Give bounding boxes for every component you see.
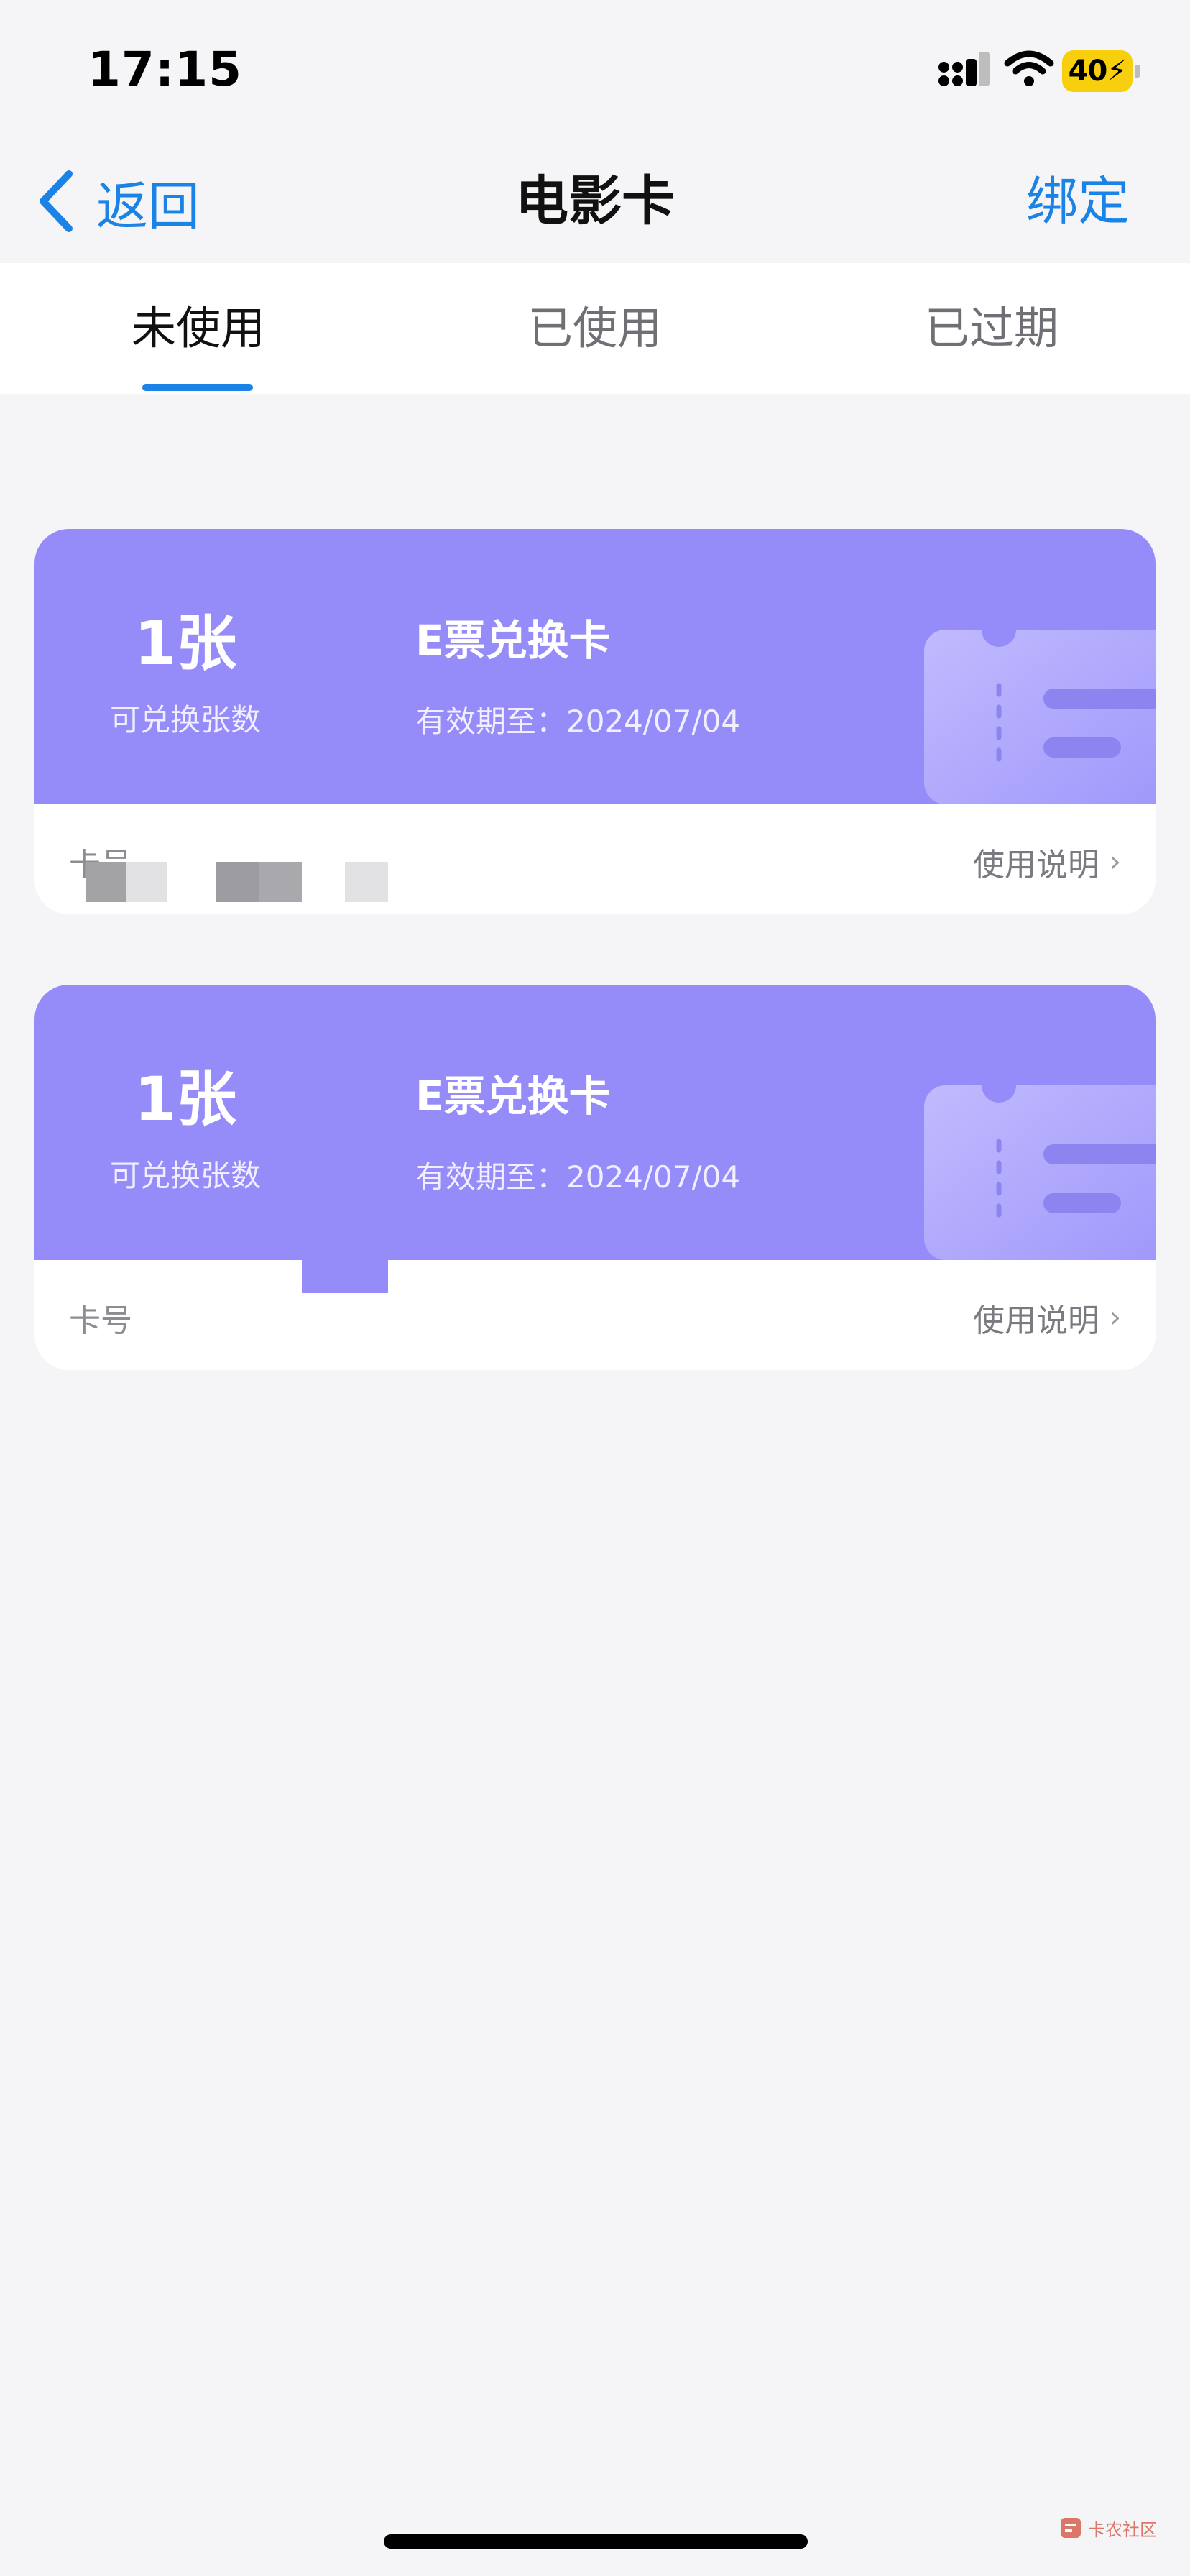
- usage-instructions-label: 使用说明: [973, 847, 1099, 883]
- movie-card[interactable]: 1张 可兑换张数 E票兑换卡 有效期至：2024/07/04 卡号: [34, 985, 1156, 1370]
- card-footer: 卡号 使用说明 ›: [34, 804, 1156, 914]
- count-value: 1张: [134, 1064, 237, 1134]
- count-label: 可兑换张数: [109, 1158, 261, 1193]
- card-number-label: 卡号: [69, 1302, 132, 1339]
- card-name: E票兑换卡: [415, 616, 611, 665]
- status-bar: 17:15 40⚡: [0, 0, 1190, 137]
- movie-card[interactable]: 1张 可兑换张数 E票兑换卡 有效期至：2024/07/04 卡号: [34, 529, 1156, 914]
- page-title: 电影卡: [515, 170, 675, 232]
- watermark: 卡农社区: [1058, 2511, 1157, 2544]
- redacted-card-number: [86, 862, 126, 902]
- count-label: 可兑换张数: [109, 702, 261, 737]
- tab-expired[interactable]: 已过期: [793, 263, 1190, 394]
- home-indicator[interactable]: [384, 2534, 808, 2549]
- battery-icon: 40⚡: [1062, 50, 1141, 92]
- bind-button[interactable]: 绑定: [1026, 165, 1130, 237]
- count-block: 1张 可兑换张数: [34, 985, 336, 1260]
- redacted-card-number: [126, 862, 167, 902]
- redacted-card-number: [259, 862, 302, 902]
- charging-bolt-icon: ⚡: [1107, 55, 1127, 88]
- card-expiry: 有效期至：2024/07/04: [415, 1159, 741, 1195]
- screen: 17:15 40⚡ 返回 电影卡 绑定 未使用 已使用 已过期 1张 可兑换张数…: [0, 0, 1190, 2576]
- card-footer: 卡号 使用说明 ›: [34, 1260, 1156, 1370]
- ticket-icon: [924, 630, 1156, 804]
- redacted-card-number: [216, 862, 259, 902]
- tab-unused[interactable]: 未使用: [0, 263, 397, 394]
- card-expiry: 有效期至：2024/07/04: [415, 704, 741, 739]
- tab-bar: 未使用 已使用 已过期: [0, 263, 1190, 394]
- chevron-right-icon: ›: [1110, 1301, 1121, 1334]
- card-name: E票兑换卡: [415, 1072, 611, 1121]
- count-value: 1张: [134, 608, 237, 678]
- battery-level: 40: [1068, 55, 1108, 88]
- watermark-logo-icon: [1061, 2518, 1081, 2538]
- watermark-text: 卡农社区: [1088, 2519, 1157, 2540]
- usage-instructions-link[interactable]: 使用说明 ›: [973, 839, 1121, 885]
- card-header: 1张 可兑换张数 E票兑换卡 有效期至：2024/07/04: [34, 985, 1156, 1260]
- usage-instructions-label: 使用说明: [973, 1302, 1099, 1339]
- ticket-icon: [924, 1085, 1156, 1260]
- tab-indicator: [142, 384, 253, 391]
- redacted-card-number: [345, 862, 388, 902]
- chevron-right-icon: ›: [1110, 845, 1121, 878]
- count-block: 1张 可兑换张数: [34, 529, 336, 804]
- wifi-icon: [1004, 50, 1054, 86]
- status-time: 17:15: [88, 42, 243, 97]
- cellular-signal-icon: [938, 52, 990, 92]
- card-header: 1张 可兑换张数 E票兑换卡 有效期至：2024/07/04: [34, 529, 1156, 804]
- nav-bar: 返回 电影卡 绑定: [0, 137, 1190, 263]
- usage-instructions-link[interactable]: 使用说明 ›: [973, 1294, 1121, 1340]
- tab-used[interactable]: 已使用: [397, 263, 793, 394]
